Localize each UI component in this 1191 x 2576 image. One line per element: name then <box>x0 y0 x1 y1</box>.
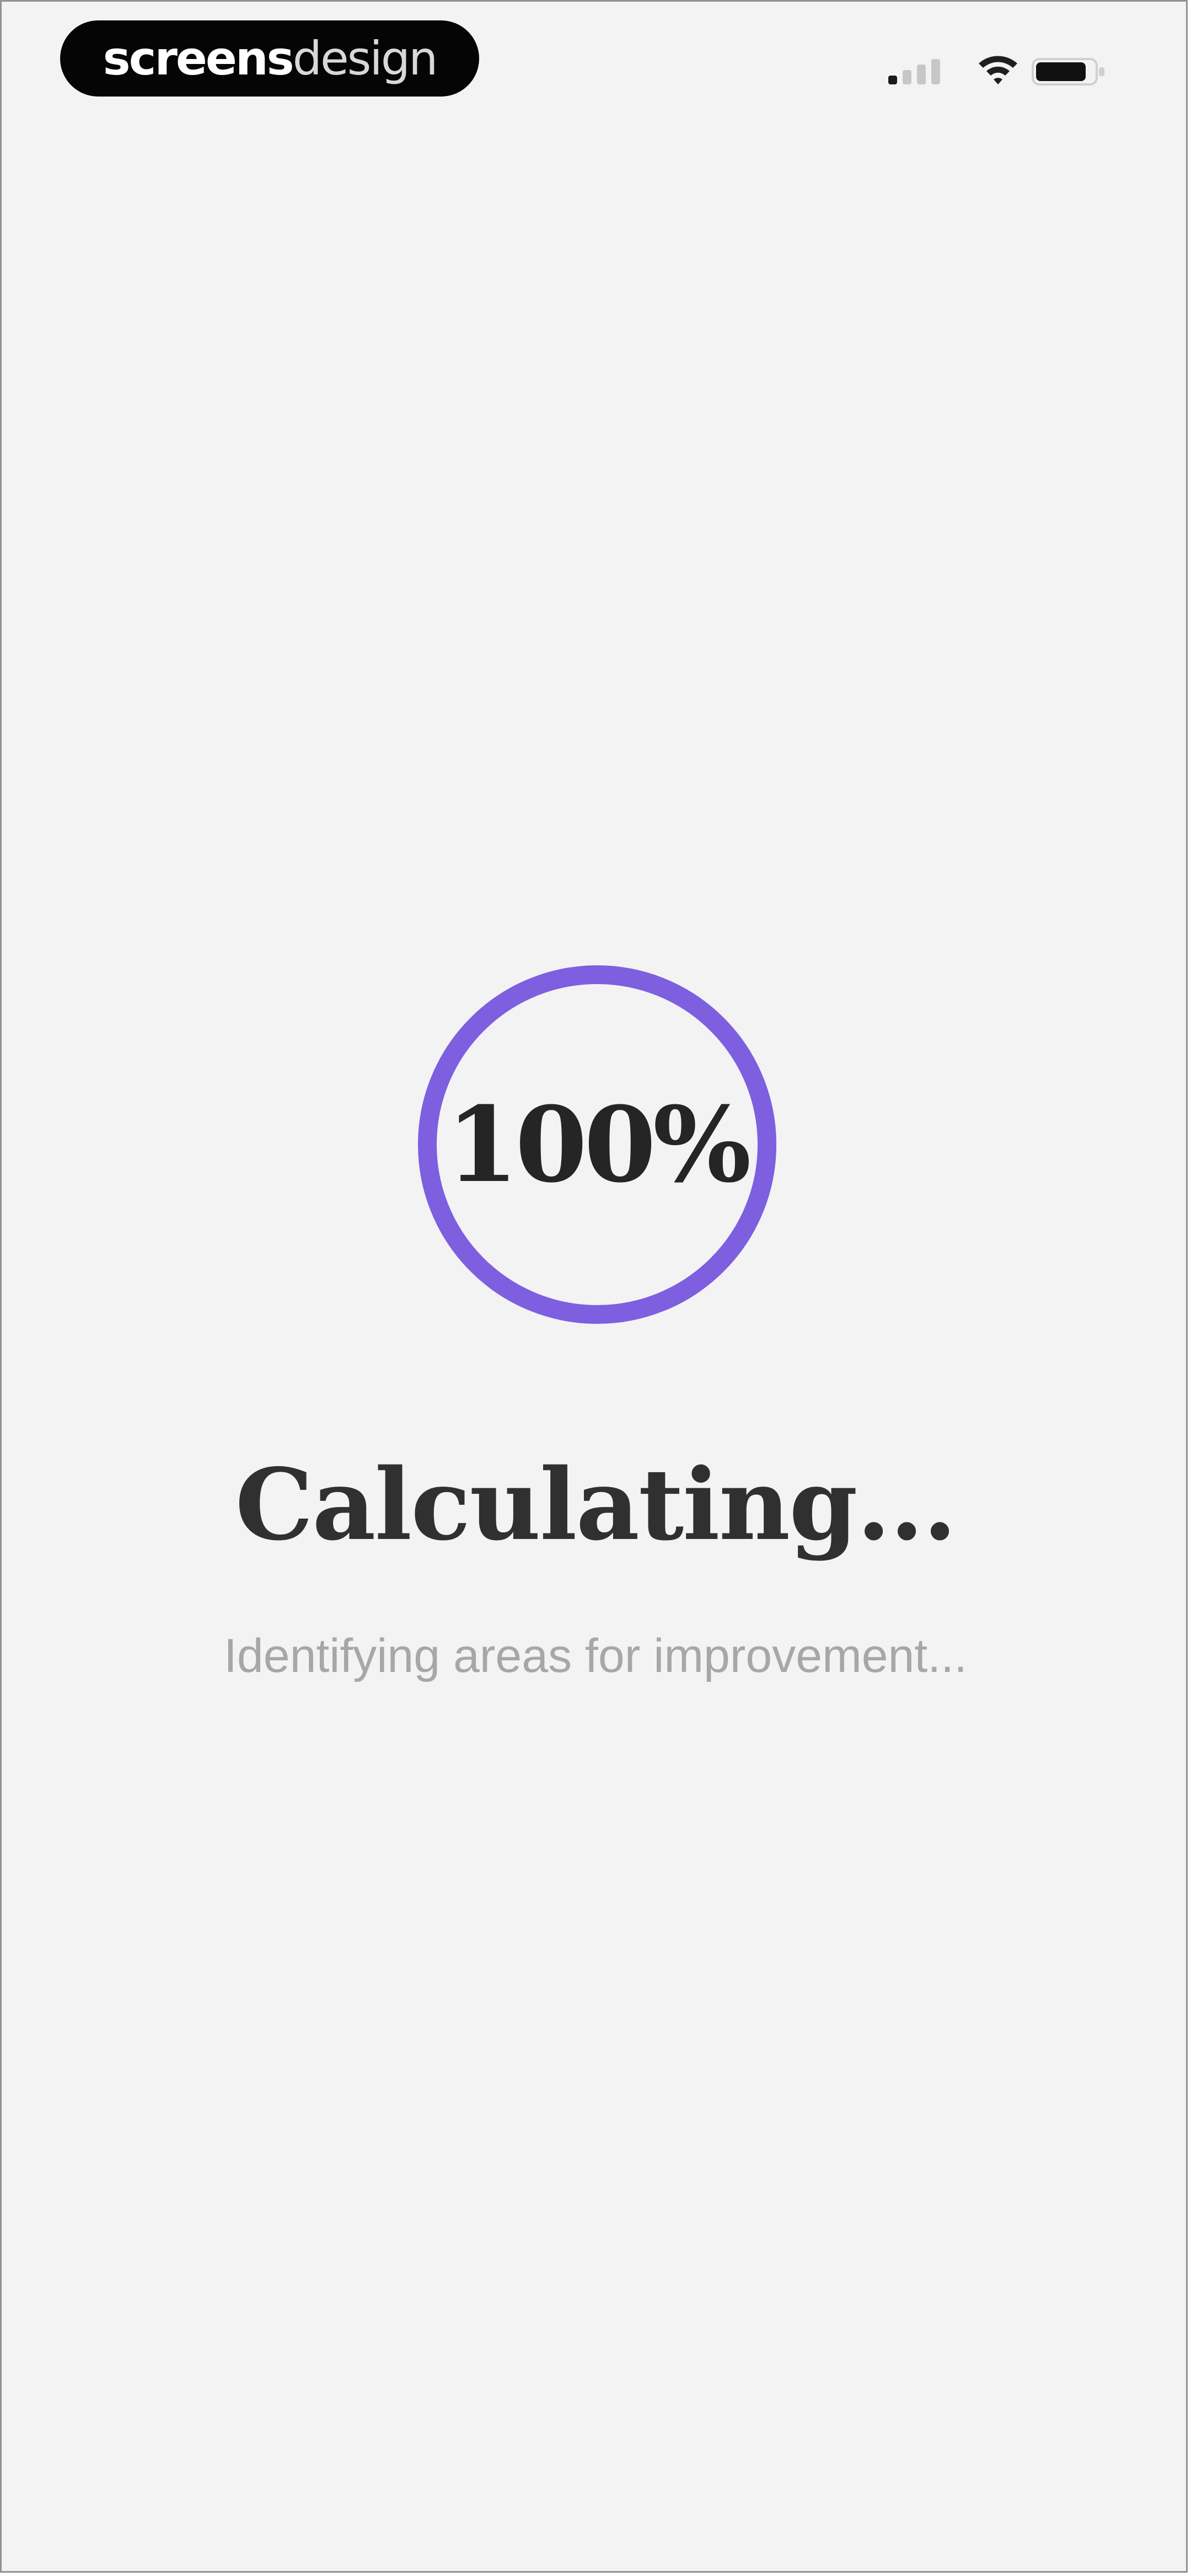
progress-indicator: 100% <box>414 961 780 1328</box>
status-heading: Calculating... <box>235 1447 957 1562</box>
wifi-icon <box>979 56 1017 84</box>
status-bar: screens design <box>2 2 1186 123</box>
brand-logo: screens design <box>60 20 479 97</box>
signal-icon <box>888 59 940 84</box>
brand-logo-bold: screens <box>103 31 294 85</box>
progress-percentage: 100% <box>446 1083 751 1206</box>
battery-icon <box>1032 58 1104 85</box>
brand-logo-light: design <box>292 31 438 85</box>
status-icons <box>888 49 1120 93</box>
phone-screen: screens design 100% Calculating... Ident… <box>0 0 1188 2573</box>
status-subtext: Identifying areas for improvement... <box>224 1629 967 1682</box>
